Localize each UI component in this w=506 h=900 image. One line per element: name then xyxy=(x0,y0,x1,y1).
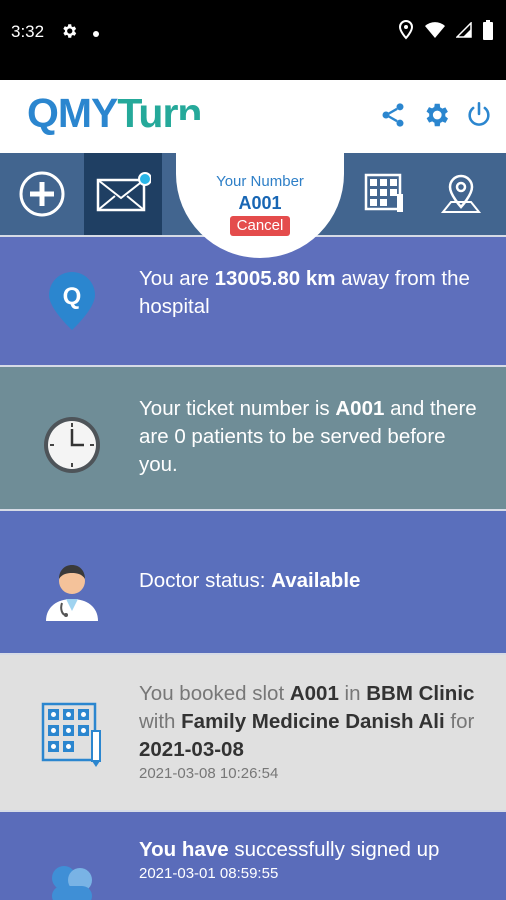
tab-add[interactable] xyxy=(0,153,84,235)
wifi-icon xyxy=(424,21,446,44)
signup-text: You have successfully signed up 2021-03-0… xyxy=(139,836,488,884)
ticket-status-card: Your ticket number is A001 and there are… xyxy=(0,365,506,509)
signal-icon xyxy=(455,21,472,43)
queue-marker-icon: Q xyxy=(36,270,108,332)
doctor-status-text: Doctor status: Available xyxy=(139,569,361,592)
ticket-status-text: Your ticket number is A001 and there are… xyxy=(139,397,477,476)
booking-text: You booked slot A001 in BBM Clinic with … xyxy=(139,680,488,784)
distance-text: You are 13005.80 km away from the hospit… xyxy=(139,267,470,318)
doctor-status-card: Doctor status: Available xyxy=(0,509,506,653)
doctor-icon xyxy=(36,559,108,623)
tab-map[interactable] xyxy=(428,153,494,235)
signup-card: You have successfully signed up 2021-03-0… xyxy=(0,810,506,900)
calendar-grid-icon xyxy=(364,173,403,212)
plus-circle-icon xyxy=(19,171,65,217)
battery-icon xyxy=(482,20,494,45)
cancel-button[interactable]: Cancel xyxy=(230,216,290,236)
status-bar: 3:32 xyxy=(0,0,506,80)
location-status-icon xyxy=(398,19,414,45)
dot-icon xyxy=(92,25,100,43)
share-button[interactable] xyxy=(378,98,408,132)
tab-slots[interactable] xyxy=(352,153,418,235)
ticket-label: Your Number xyxy=(216,173,304,190)
svg-text:Q: Q xyxy=(63,283,82,310)
status-time: 3:32 xyxy=(11,22,45,41)
map-pin-icon xyxy=(440,174,482,213)
clock-icon xyxy=(36,415,108,475)
signup-timestamp: 2021-03-01 08:59:55 xyxy=(139,865,279,882)
mail-icon xyxy=(96,172,151,212)
ticket-number: A001 xyxy=(238,193,282,213)
booking-timestamp: 2021-03-08 10:26:54 xyxy=(139,765,279,782)
power-button[interactable] xyxy=(464,98,494,132)
booking-card: You booked slot A001 in BBM Clinic with … xyxy=(0,653,506,810)
settings-notification-icon xyxy=(60,22,78,45)
slot-grid-icon xyxy=(36,701,108,767)
tab-messages[interactable] xyxy=(84,153,162,235)
users-icon xyxy=(36,864,108,900)
settings-button[interactable] xyxy=(421,98,451,132)
